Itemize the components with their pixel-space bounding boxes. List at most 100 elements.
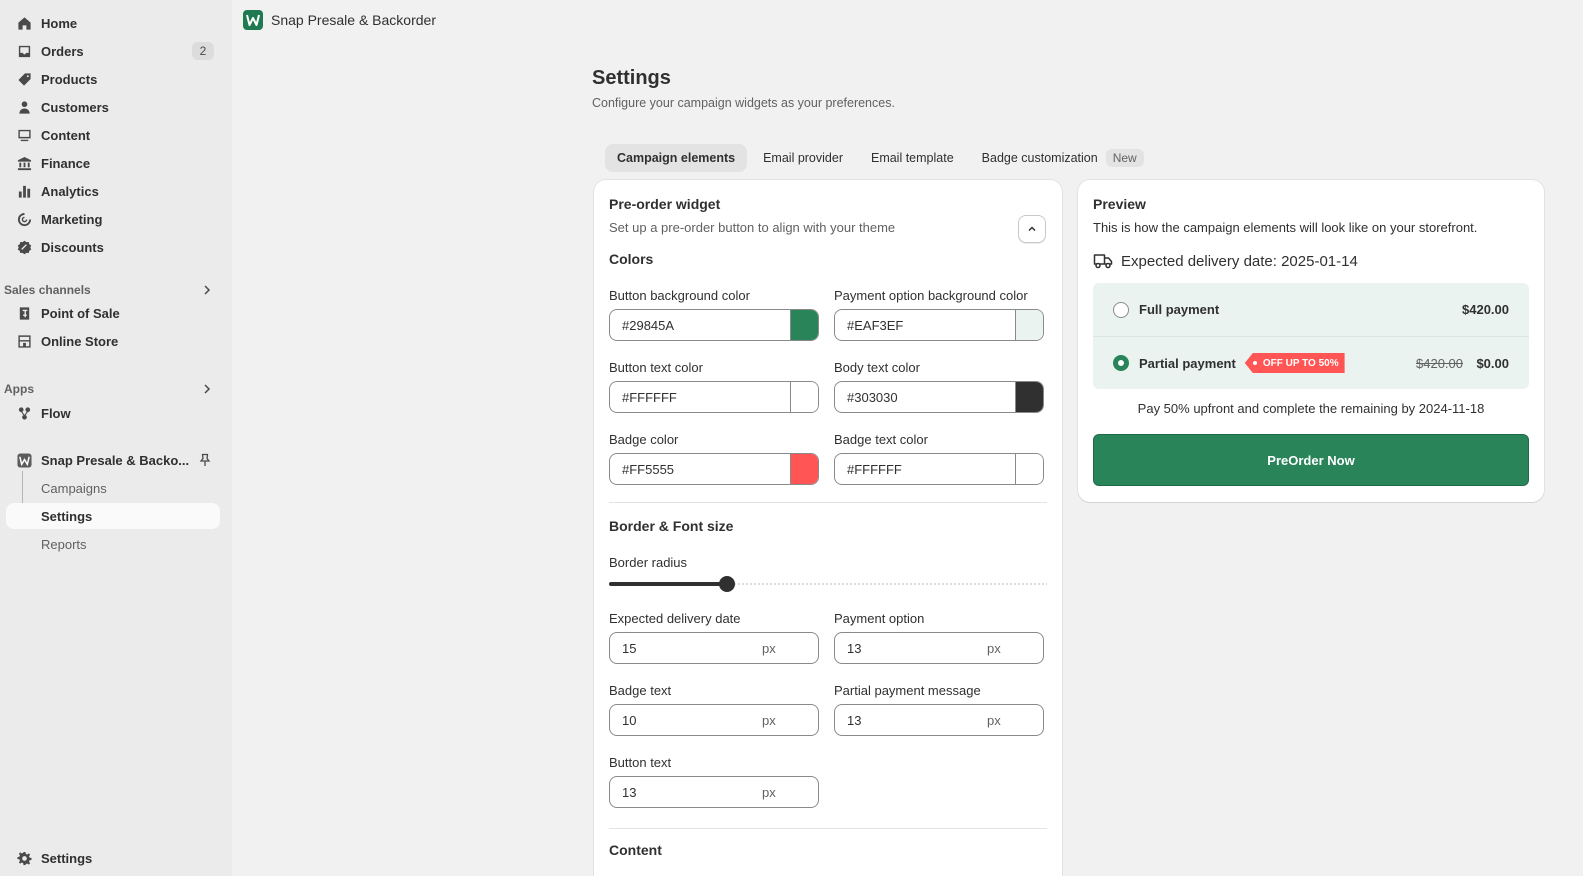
store-icon xyxy=(16,333,32,349)
badge-text-color-field xyxy=(834,453,1044,485)
pos-icon xyxy=(16,305,32,321)
section-label-text: Apps xyxy=(4,382,34,396)
badge-color-field xyxy=(609,453,819,485)
content-heading: Content xyxy=(609,842,662,858)
tag-icon xyxy=(16,71,32,87)
color-swatch[interactable] xyxy=(790,382,818,412)
tab-badge-customization[interactable]: Badge customization New xyxy=(970,144,1156,172)
sidebar-item-marketing[interactable]: Marketing xyxy=(6,206,220,232)
chevron-right-icon xyxy=(204,384,211,394)
sidebar-item-label: Customers xyxy=(41,99,109,115)
sidebar-item-discounts[interactable]: Discounts xyxy=(6,234,220,260)
settings-tabs: Campaign elements Email provider Email t… xyxy=(605,144,1156,172)
badge-text-color-input[interactable] xyxy=(835,454,1015,484)
partial-msg-font-size-field: px xyxy=(834,704,1044,736)
content-icon xyxy=(16,127,32,143)
sidebar-item-home[interactable]: Home xyxy=(6,10,220,36)
sidebar-item-point-of-sale[interactable]: Point of Sale xyxy=(6,300,220,326)
sidebar-item-orders[interactable]: Orders 2 xyxy=(6,38,220,64)
delivery-font-size-input[interactable] xyxy=(610,640,762,656)
tab-email-provider[interactable]: Email provider xyxy=(751,144,855,172)
sidebar-item-label: Settings xyxy=(41,850,93,866)
sales-channels-heading[interactable]: Sales channels xyxy=(4,280,218,300)
new-badge: New xyxy=(1105,149,1144,167)
button-text-color-input[interactable] xyxy=(610,382,790,412)
bank-icon xyxy=(16,155,32,171)
pin-icon[interactable] xyxy=(198,453,212,467)
sidebar-subitem-reports[interactable]: Reports xyxy=(6,531,220,557)
partial-payment-option[interactable]: Partial payment OFF UP TO 50% $420.00 $0… xyxy=(1093,336,1529,389)
colors-heading: Colors xyxy=(609,251,654,267)
field-label: Payment option xyxy=(834,611,925,626)
field-label: Badge text color xyxy=(834,432,928,447)
tab-email-template[interactable]: Email template xyxy=(859,144,966,172)
sidebar-item-label: Orders xyxy=(41,43,84,59)
partial-payment-message: Pay 50% upfront and complete the remaini… xyxy=(1137,401,1485,416)
divider xyxy=(609,502,1047,503)
body-text-color-input[interactable] xyxy=(835,382,1015,412)
badge-text-font-size-input[interactable] xyxy=(610,712,762,728)
sidebar-item-products[interactable]: Products xyxy=(6,66,220,92)
field-label: Button text xyxy=(609,755,672,770)
tab-campaign-elements[interactable]: Campaign elements xyxy=(605,144,748,172)
payment-font-size-input[interactable] xyxy=(835,640,987,656)
sidebar-item-analytics[interactable]: Analytics xyxy=(6,178,220,204)
sidebar-item-snap-presale[interactable]: Snap Presale & Backo... xyxy=(6,447,220,473)
gear-icon xyxy=(16,850,32,866)
sidebar-item-content[interactable]: Content xyxy=(6,122,220,148)
sidebar-item-label: Products xyxy=(41,71,98,87)
sidebar-item-label: Content xyxy=(41,127,91,143)
badge-text-font-size-field: px xyxy=(609,704,819,736)
radio-button-checked[interactable] xyxy=(1113,355,1129,371)
apps-heading[interactable]: Apps xyxy=(4,379,218,399)
card-title: Pre-order widget xyxy=(609,196,721,212)
option-price: $0.00 xyxy=(1476,355,1509,371)
border-font-heading: Border & Font size xyxy=(609,518,734,534)
color-swatch[interactable] xyxy=(1015,454,1043,484)
sidebar-item-customers[interactable]: Customers xyxy=(6,94,220,120)
button-text-font-size-input[interactable] xyxy=(610,784,762,800)
color-swatch[interactable] xyxy=(790,454,818,484)
field-label: Expected delivery date xyxy=(609,611,741,626)
original-price: $420.00 xyxy=(1416,355,1463,371)
radio-button[interactable] xyxy=(1113,301,1129,318)
delivery-text: Expected delivery date: 2025-01-14 xyxy=(1121,252,1358,270)
payment-bg-color-input[interactable] xyxy=(835,310,1015,340)
app-title: Snap Presale & Backorder xyxy=(271,12,436,28)
chevron-right-icon xyxy=(204,285,211,295)
sidebar-subitem-campaigns[interactable]: Campaigns xyxy=(6,475,220,501)
preview-delivery-date: Expected delivery date: 2025-01-14 xyxy=(1093,252,1358,270)
app-logo-icon xyxy=(16,452,32,468)
chevron-up-icon xyxy=(1028,226,1036,232)
sidebar-item-flow[interactable]: Flow xyxy=(6,400,220,426)
full-payment-option[interactable]: Full payment $420.00 xyxy=(1093,283,1529,336)
collapse-button[interactable] xyxy=(1018,215,1046,243)
unit-suffix: px xyxy=(762,640,776,656)
sidebar-subitem-settings[interactable]: Settings xyxy=(6,503,220,529)
partial-msg-font-size-input[interactable] xyxy=(835,712,987,728)
button-bg-color-input[interactable] xyxy=(610,310,790,340)
option-label: Full payment xyxy=(1139,302,1220,317)
body-text-color-field xyxy=(834,381,1044,413)
sidebar-item-label: Discounts xyxy=(41,239,104,255)
app-topbar: Snap Presale & Backorder xyxy=(232,0,1583,40)
border-radius-slider[interactable] xyxy=(609,576,1047,592)
preorder-now-button[interactable]: PreOrder Now xyxy=(1093,434,1529,486)
sidebar-item-online-store[interactable]: Online Store xyxy=(6,328,220,354)
sidebar-item-finance[interactable]: Finance xyxy=(6,150,220,176)
card-description: Set up a pre-order button to align with … xyxy=(609,220,896,235)
slider-thumb[interactable] xyxy=(719,576,736,592)
badge-color-input[interactable] xyxy=(610,454,790,484)
card-description: This is how the campaign elements will l… xyxy=(1093,220,1478,235)
sidebar-item-settings[interactable]: Settings xyxy=(6,845,220,871)
color-swatch[interactable] xyxy=(1015,310,1043,340)
unit-suffix: px xyxy=(762,784,776,800)
button-bg-color-field xyxy=(609,309,819,341)
button-text-font-size-field: px xyxy=(609,776,819,808)
color-swatch[interactable] xyxy=(790,310,818,340)
sidebar: Home Orders 2 Products Customers Content… xyxy=(0,0,232,876)
button-text-color-field xyxy=(609,381,819,413)
flow-icon xyxy=(16,405,32,421)
color-swatch[interactable] xyxy=(1015,382,1043,412)
field-label: Button background color xyxy=(609,288,750,303)
